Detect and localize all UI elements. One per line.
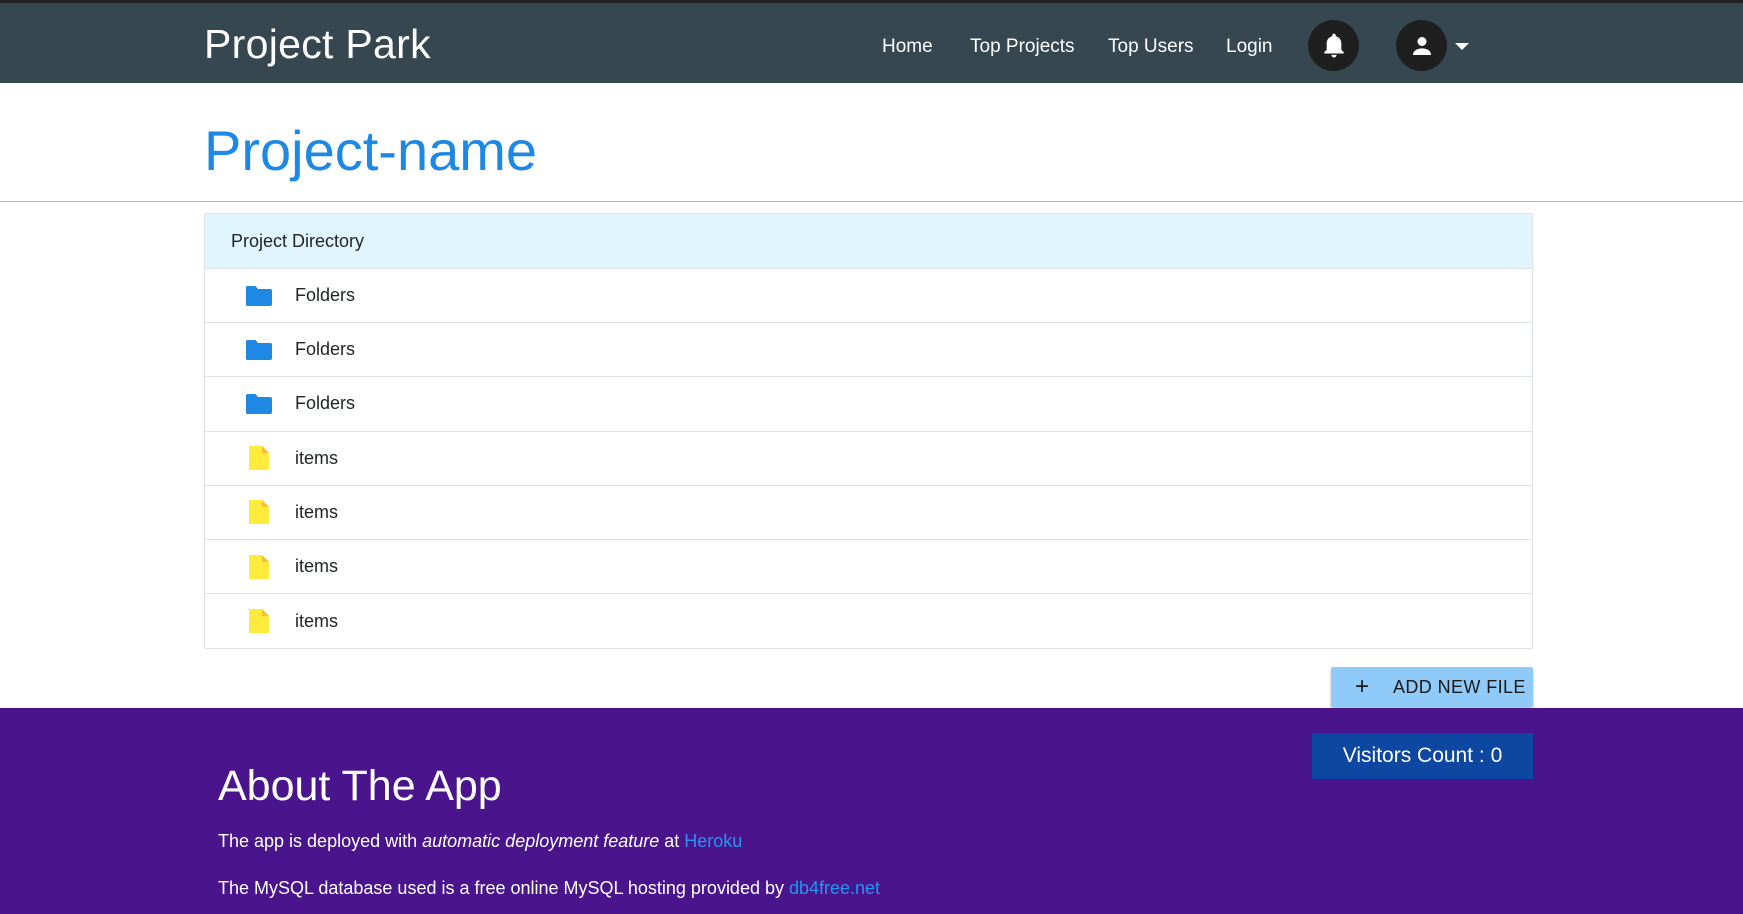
title-divider (0, 201, 1743, 202)
directory-header: Project Directory (205, 214, 1532, 269)
top-navbar: Project Park Home Top Projects Top Users… (0, 0, 1743, 83)
list-item-file[interactable]: items (205, 486, 1532, 540)
list-item-folder[interactable]: Folders (205, 377, 1532, 432)
list-item-label: Folders (295, 285, 356, 306)
list-item-file[interactable]: items (205, 432, 1532, 486)
caret-down-icon[interactable] (1455, 43, 1469, 50)
nav-link-home[interactable]: Home (882, 36, 933, 58)
add-new-file-label: ADD NEW FILE (1393, 676, 1526, 697)
list-item-label: items (295, 610, 339, 631)
about-deployment-prefix: The app is deployed with (218, 831, 423, 851)
list-item-label: items (295, 447, 339, 468)
heroku-link[interactable]: Heroku (684, 831, 742, 851)
list-item-file[interactable]: items (205, 594, 1532, 648)
notifications-button[interactable] (1308, 20, 1359, 71)
about-database-text: The MySQL database used is a free online… (218, 878, 880, 899)
list-item-label: items (295, 556, 339, 577)
file-icon (245, 607, 273, 635)
account-icon (1412, 36, 1431, 55)
list-item-file[interactable]: items (205, 540, 1532, 595)
nav-link-login[interactable]: Login (1226, 36, 1273, 58)
nav-link-top-projects[interactable]: Top Projects (970, 36, 1075, 58)
account-button[interactable] (1396, 20, 1447, 71)
project-directory-card: Project Directory Folders Folders Folder… (204, 213, 1533, 649)
list-item-folder[interactable]: Folders (205, 269, 1532, 324)
project-title: Project-name (204, 119, 538, 182)
about-title: About The App (218, 762, 502, 810)
folder-icon (245, 390, 273, 418)
about-deployment-emphasis: automatic deployment feature (422, 831, 660, 851)
list-item-folder[interactable]: Folders (205, 323, 1532, 378)
about-deployment-middle: at (659, 831, 685, 851)
plus-icon: + (1354, 673, 1369, 700)
list-item-label: Folders (295, 393, 356, 414)
footer: Visitors Count : 0 About The App The app… (0, 708, 1743, 914)
nav-link-top-users[interactable]: Top Users (1108, 36, 1194, 58)
visitors-count-badge: Visitors Count : 0 (1312, 733, 1533, 779)
bell-icon (1323, 33, 1344, 57)
folder-icon (245, 282, 273, 310)
brand-logo-text[interactable]: Project Park (204, 21, 431, 68)
list-item-label: items (295, 501, 339, 522)
add-new-file-button[interactable]: + ADD NEW FILE (1331, 667, 1533, 707)
db4free-link[interactable]: db4free.net (789, 878, 880, 898)
file-icon (245, 553, 273, 581)
about-database-prefix: The MySQL database used is a free online… (218, 878, 789, 898)
folder-icon (245, 336, 273, 364)
file-icon (245, 498, 273, 526)
about-deployment-text: The app is deployed with automatic deplo… (218, 831, 742, 852)
list-item-label: Folders (295, 339, 356, 360)
file-icon (245, 444, 273, 472)
